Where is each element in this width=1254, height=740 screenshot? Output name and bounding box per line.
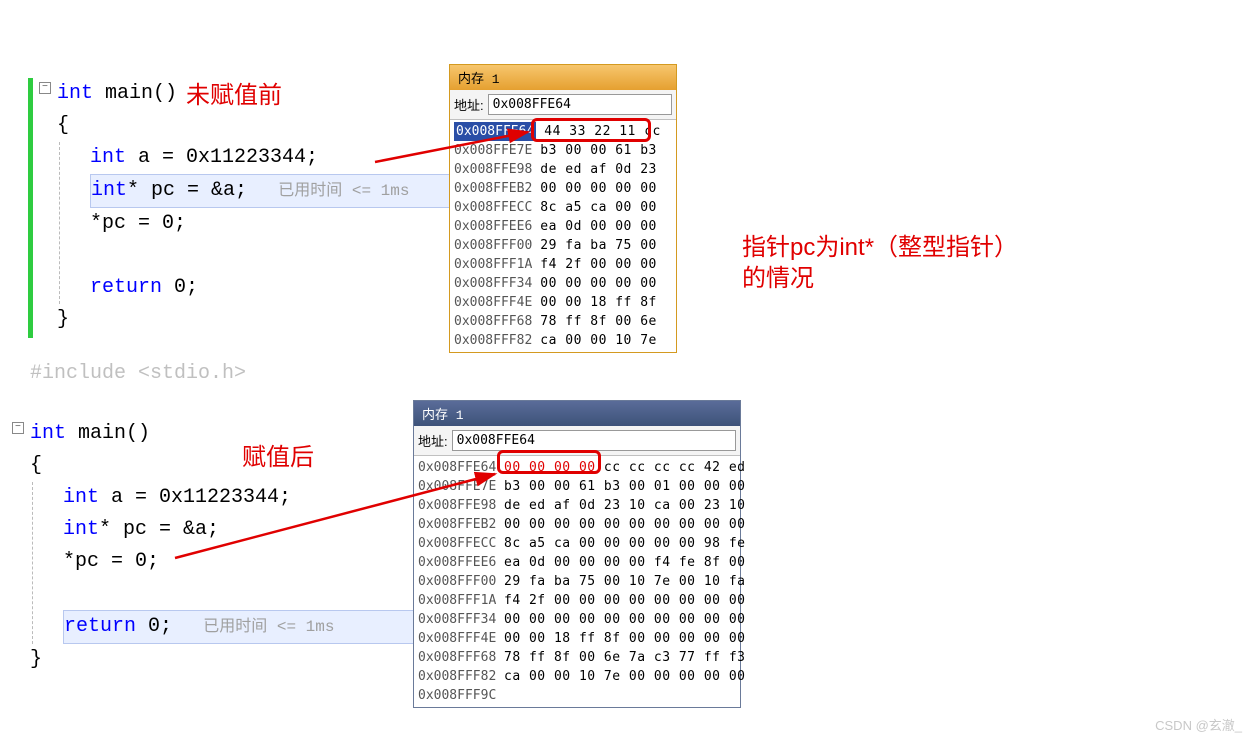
memory-address-label: 地址: <box>418 431 448 450</box>
annotation-highlight-box <box>531 118 651 142</box>
code-line: int a = 0x11223344; <box>63 482 443 514</box>
memory-row: 0x008FFEE6ea 0d 00 00 00 <box>454 217 672 236</box>
code-line: int* pc = &a; <box>63 514 443 546</box>
watermark: CSDN @玄澈_ <box>1155 715 1242 734</box>
memory-row: 0x008FFEB200 00 00 00 00 00 00 00 00 00 <box>418 515 736 534</box>
memory-row: 0x008FFEB200 00 00 00 00 <box>454 179 672 198</box>
memory-row: 0x008FFF9C <box>418 686 736 705</box>
memory-row: 0x008FFF6878 ff 8f 00 6e <box>454 312 672 331</box>
code-line-brace-open: { <box>57 110 470 142</box>
memory-row: 0x008FFE98de ed af 0d 23 10 ca 00 23 10 <box>418 496 736 515</box>
memory-window-title[interactable]: 内存 1 <box>450 65 676 90</box>
memory-address-input[interactable] <box>452 430 736 451</box>
memory-row: 0x008FFE98de ed af 0d 23 <box>454 160 672 179</box>
annotation-highlight-box <box>497 450 601 474</box>
memory-window-title[interactable]: 内存 1 <box>414 401 740 426</box>
code-line-brace-close: } <box>30 644 443 676</box>
code-block-after: − int main() { int a = 0x11223344; int* … <box>12 418 443 676</box>
code-change-bar <box>28 78 33 338</box>
memory-window-before: 内存 1 地址: 0x008FFE6444 33 22 11 cc0x008FF… <box>449 64 677 353</box>
memory-row: 0x008FFF1Af4 2f 00 00 00 00 00 00 00 00 <box>418 591 736 610</box>
memory-row: 0x008FFE7Eb3 00 00 61 b3 00 01 00 00 00 <box>418 477 736 496</box>
memory-window-after: 内存 1 地址: 0x008FFE6400 00 00 00 cc cc cc … <box>413 400 741 708</box>
annotation-explanation: 指针pc为int*（整型指针） 的情况 <box>742 232 1018 294</box>
memory-row: 0x008FFF82ca 00 00 10 7e 00 00 00 00 00 <box>418 667 736 686</box>
fold-icon[interactable]: − <box>39 82 51 94</box>
memory-row: 0x008FFECC8c a5 ca 00 00 <box>454 198 672 217</box>
code-line-brace-open: { <box>30 450 443 482</box>
memory-address-label: 地址: <box>454 95 484 114</box>
code-line: return 0; <box>90 272 470 304</box>
memory-row: 0x008FFF3400 00 00 00 00 00 00 00 00 00 <box>418 610 736 629</box>
code-line: int a = 0x11223344; <box>90 142 470 174</box>
memory-row: 0x008FFF4E00 00 18 ff 8f 00 00 00 00 00 <box>418 629 736 648</box>
memory-row: 0x008FFECC8c a5 ca 00 00 00 00 00 98 fe <box>418 534 736 553</box>
code-line-include-dim: #include <stdio.h> <box>30 362 246 385</box>
code-line: *pc = 0; <box>63 546 443 578</box>
memory-row: 0x008FFF82ca 00 00 10 7e <box>454 331 672 350</box>
memory-row: 0x008FFF6878 ff 8f 00 6e 7a c3 77 ff f3 <box>418 648 736 667</box>
memory-address-input[interactable] <box>488 94 672 115</box>
code-line-fn: int main() <box>30 418 150 450</box>
memory-row: 0x008FFF1Af4 2f 00 00 00 <box>454 255 672 274</box>
code-line-brace-close: } <box>57 304 470 336</box>
memory-row: 0x008FFE7Eb3 00 00 61 b3 <box>454 141 672 160</box>
memory-body: 0x008FFE6400 00 00 00 cc cc cc cc 42 ed0… <box>414 456 740 707</box>
annotation-before-label: 未赋值前 <box>186 80 282 111</box>
memory-row: 0x008FFF0029 fa ba 75 00 <box>454 236 672 255</box>
memory-row: 0x008FFF3400 00 00 00 00 <box>454 274 672 293</box>
fold-icon[interactable]: − <box>12 422 24 434</box>
code-block-before: − int main() { int a = 0x11223344; int* … <box>28 78 470 338</box>
memory-row: 0x008FFEE6ea 0d 00 00 00 00 f4 fe 8f 00 <box>418 553 736 572</box>
current-exec-line: return 0; 已用时间 <= 1ms <box>63 610 443 644</box>
code-line: *pc = 0; <box>90 208 470 240</box>
memory-body: 0x008FFE6444 33 22 11 cc0x008FFE7Eb3 00 … <box>450 120 676 352</box>
memory-row: 0x008FFF0029 fa ba 75 00 10 7e 00 10 fa <box>418 572 736 591</box>
memory-address-bar: 地址: <box>450 90 676 120</box>
annotation-after-label: 赋值后 <box>242 442 314 473</box>
memory-row: 0x008FFF4E00 00 18 ff 8f <box>454 293 672 312</box>
current-exec-line: int* pc = &a; 已用时间 <= 1ms <box>90 174 470 208</box>
code-line-fn: int main() <box>57 78 177 110</box>
